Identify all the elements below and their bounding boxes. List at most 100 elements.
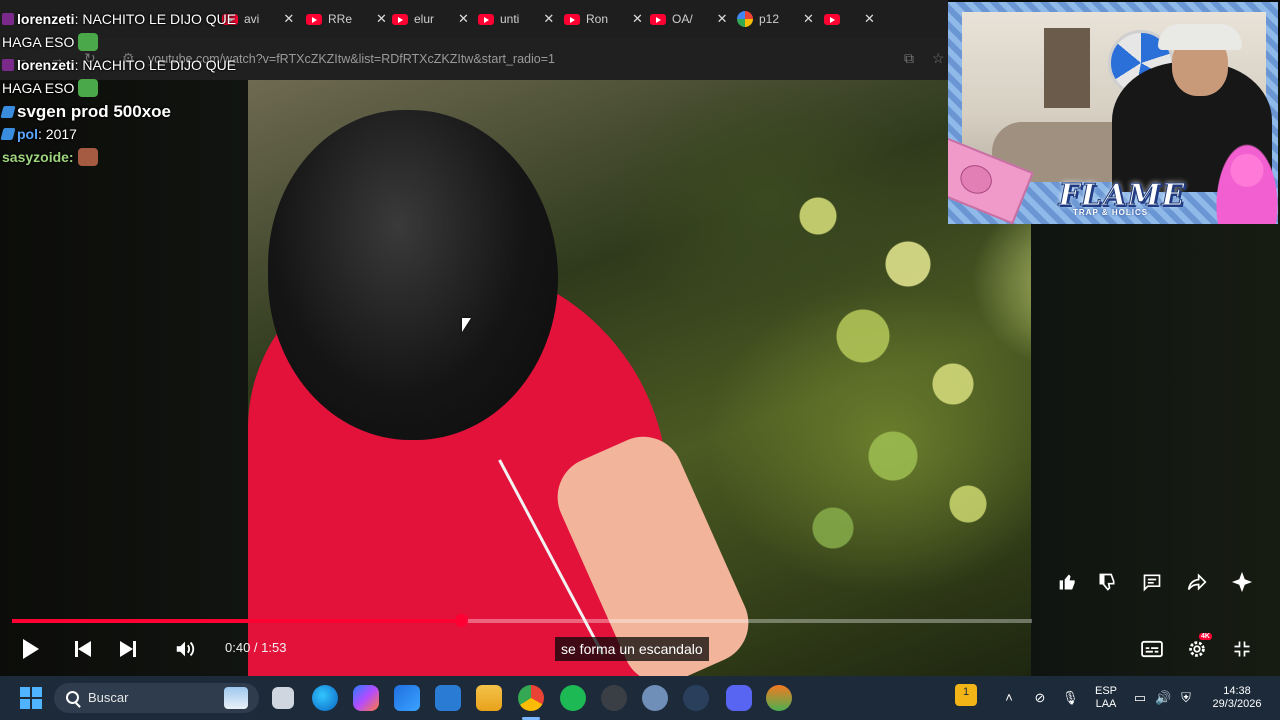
show-hidden-icons-icon[interactable]: ˄ [1001, 690, 1017, 706]
obs-icon[interactable] [601, 685, 627, 711]
volume-icon [176, 641, 195, 657]
chat-message: lorenzeti: NACHITO LE DIJO QUE [2, 8, 262, 31]
app-icon[interactable] [766, 685, 792, 711]
play-button[interactable] [20, 636, 42, 662]
sparkle-icon [1231, 571, 1253, 593]
install-app-icon[interactable]: ⧉ [904, 50, 914, 67]
next-button[interactable] [117, 636, 139, 662]
discord-icon[interactable] [726, 685, 752, 711]
wall-poster [1044, 28, 1090, 108]
search-icon [66, 691, 79, 704]
close-tab-icon[interactable]: ✕ [543, 11, 554, 27]
steam-icon[interactable] [683, 685, 709, 711]
file-explorer-icon[interactable] [476, 685, 502, 711]
browser-tab[interactable]: RRe ✕ [306, 8, 387, 30]
start-button[interactable] [20, 687, 42, 709]
share-button[interactable] [1185, 570, 1209, 594]
warning-app-icon[interactable]: 1 [955, 684, 977, 706]
quality-badge: 4K [1199, 633, 1212, 640]
windows-taskbar: Buscar 1 ˄ ⊘ 🎙 ESP LAA ▭ 🔊 ⛨ 14:38 29/3/… [0, 676, 1280, 720]
chat-message: HAGA ESO [2, 31, 262, 54]
chat-message: svgen prod 500xoe [0, 100, 262, 123]
sub-badge-icon [0, 128, 16, 140]
search-placeholder: Buscar [88, 690, 129, 705]
close-tab-icon[interactable]: ✕ [803, 11, 814, 27]
flame-tagline: TRAP & HOLICS [1073, 208, 1149, 217]
volume-button[interactable] [172, 636, 198, 662]
pepe-emote-icon [78, 33, 99, 51]
close-tab-icon[interactable]: ✕ [458, 11, 469, 27]
comment-icon [1143, 574, 1161, 592]
ask-ai-button[interactable] [1230, 570, 1254, 594]
speaker-icon[interactable]: 🔊 [1155, 690, 1171, 706]
dislike-button[interactable] [1095, 570, 1119, 594]
bookmark-star-icon[interactable]: ☆ [932, 50, 945, 67]
scrubber-handle[interactable] [454, 614, 468, 627]
close-tab-icon[interactable]: ✕ [632, 11, 643, 27]
stream-chat-overlay: lorenzeti: NACHITO LE DIJO QUE HAGA ESO … [0, 0, 262, 169]
google-icon [737, 11, 753, 27]
display-icon[interactable]: ▭ [1132, 690, 1148, 706]
chrome-icon[interactable] [518, 685, 544, 711]
next-icon [120, 641, 133, 657]
browser-tab[interactable]: OA/✕ [650, 8, 728, 30]
microphone-icon[interactable]: 🎙 [1062, 690, 1079, 706]
closed-captions-icon [1141, 640, 1163, 658]
thumbs-down-icon [1099, 573, 1115, 591]
progress-played [12, 619, 461, 623]
comments-button[interactable] [1140, 570, 1164, 594]
chat-message: lorenzeti: NACHITO LE DIJO QUE [2, 54, 262, 77]
video-frame[interactable] [248, 80, 1031, 676]
webcam-overlay: FLAME TRAP & HOLICS [948, 2, 1278, 224]
youtube-icon [478, 13, 494, 25]
youtube-icon [306, 13, 322, 25]
search-highlight-icon [224, 687, 248, 709]
close-tab-icon[interactable]: ✕ [283, 11, 294, 27]
browser-tab[interactable]: unti ✕ [478, 8, 554, 30]
time-display: 0:40 / 1:53 [225, 640, 287, 655]
youtube-icon [564, 13, 580, 25]
youtube-icon [392, 13, 408, 25]
previous-button[interactable] [72, 636, 94, 662]
store-icon[interactable] [394, 685, 420, 711]
network-off-icon[interactable]: ⊘ [1032, 690, 1048, 706]
streamer-cap [1158, 24, 1242, 50]
thumbs-up-icon [1059, 574, 1075, 590]
youtube-icon [824, 13, 840, 25]
settings-app-icon[interactable] [642, 685, 668, 711]
vpn-shield-icon[interactable]: ⛨ [1178, 690, 1194, 706]
chat-message: pol: 2017 [0, 123, 262, 146]
chat-message: HAGA ESO [2, 77, 262, 100]
outlook-icon[interactable] [435, 685, 461, 711]
share-icon [1187, 573, 1207, 591]
copilot-icon[interactable] [353, 685, 379, 711]
close-tab-icon[interactable]: ✕ [376, 11, 387, 27]
progress-bar[interactable] [12, 614, 1032, 627]
buddha-sticker [1216, 144, 1278, 224]
youtube-icon [650, 13, 666, 25]
sub-badge-icon [2, 59, 14, 71]
clock[interactable]: 14:38 29/3/2026 [1200, 685, 1274, 711]
taskbar-search[interactable]: Buscar [54, 683, 259, 713]
mouse-cursor-icon [462, 318, 471, 332]
input-language[interactable]: ESP LAA [1093, 685, 1119, 711]
edge-icon[interactable] [312, 685, 338, 711]
spotify-icon[interactable] [560, 685, 586, 711]
video-subject-hair [268, 110, 558, 440]
browser-tab[interactable]: Ron ✕ [564, 8, 643, 30]
exit-fullscreen-icon [1234, 641, 1250, 657]
browser-tab[interactable]: elur ✕ [392, 8, 469, 30]
face-emote-icon [77, 148, 98, 166]
browser-tab[interactable]: ✕ [824, 8, 875, 30]
task-view-icon[interactable] [272, 687, 294, 709]
settings-button[interactable]: 4K [1185, 633, 1212, 661]
browser-tab[interactable]: p12 ✕ [737, 8, 814, 30]
sub-badge-icon [2, 13, 14, 25]
exit-fullscreen-button[interactable] [1230, 637, 1254, 661]
sub-badge-icon [0, 106, 16, 118]
pepe-emote-icon [78, 79, 99, 97]
close-tab-icon[interactable]: ✕ [717, 11, 728, 27]
close-tab-icon[interactable]: ✕ [864, 11, 875, 27]
like-button[interactable] [1056, 570, 1080, 594]
subtitles-button[interactable] [1140, 637, 1164, 661]
